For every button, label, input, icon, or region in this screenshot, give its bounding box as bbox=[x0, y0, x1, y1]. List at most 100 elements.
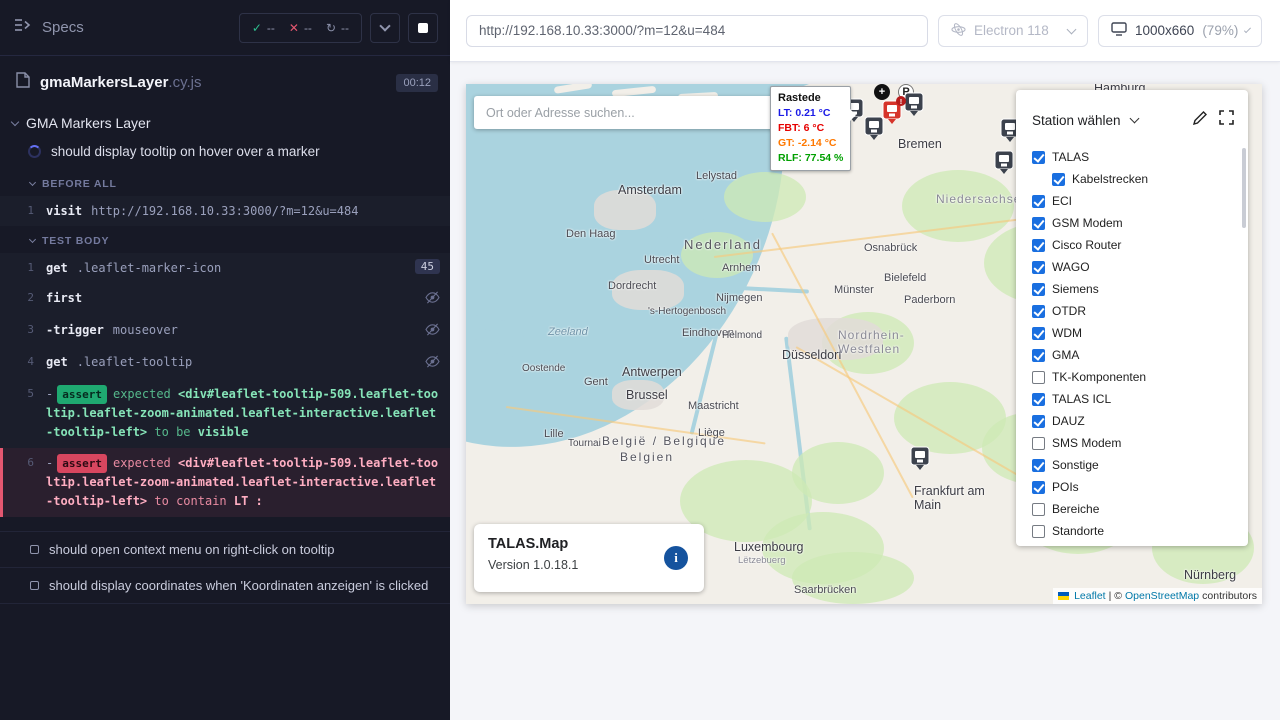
specs-menu-icon[interactable] bbox=[14, 18, 32, 37]
map-marker-alarm-rastede[interactable]: ! bbox=[882, 100, 902, 124]
leaflet-link[interactable]: Leaflet bbox=[1074, 588, 1106, 604]
map-label: Lille bbox=[544, 428, 564, 440]
layer-row[interactable]: WDM bbox=[1032, 322, 1248, 344]
layer-row[interactable]: TALAS ICL bbox=[1032, 388, 1248, 410]
checkbox[interactable] bbox=[1032, 481, 1045, 494]
x-icon: ✕ bbox=[289, 21, 299, 35]
command-row-visit[interactable]: 1 visithttp://192.168.10.33:3000/?m=12&u… bbox=[0, 196, 450, 226]
assert-row-fail[interactable]: 6 -assertexpected <div#leaflet-tooltip-5… bbox=[0, 448, 450, 517]
assert-row-pass[interactable]: 5 -assertexpected <div#leaflet-tooltip-5… bbox=[0, 379, 450, 448]
map-label: Frankfurt am Main bbox=[914, 484, 1006, 512]
checkbox[interactable] bbox=[1032, 503, 1045, 516]
panel-scrollbar[interactable] bbox=[1242, 148, 1246, 228]
spec-header[interactable]: gmaMarkersLayer .cy.js 00:12 bbox=[0, 56, 450, 103]
pending-test-row[interactable]: should display coordinates when 'Koordin… bbox=[0, 567, 450, 603]
stop-button[interactable] bbox=[408, 13, 438, 43]
tooltip-row-gt: GT: -2.14 °C bbox=[778, 136, 843, 151]
leaflet-map[interactable]: Hamburg Bremen Niedersachsen Amsterdam L… bbox=[466, 84, 1262, 604]
checkbox[interactable] bbox=[1032, 525, 1045, 538]
layer-row[interactable]: Bereiche bbox=[1032, 498, 1248, 520]
layer-row[interactable]: Standorte bbox=[1032, 520, 1248, 542]
layer-row[interactable]: TK-Komponenten bbox=[1032, 366, 1248, 388]
command-row-trigger[interactable]: 3 -triggermouseover bbox=[0, 315, 450, 347]
aut-container: Electron 118 1000x660 (79%) bbox=[450, 0, 1280, 720]
map-label: Oostende bbox=[522, 363, 565, 374]
checkbox[interactable] bbox=[1032, 349, 1045, 362]
search-input[interactable] bbox=[484, 105, 781, 121]
info-icon[interactable]: i bbox=[664, 546, 688, 570]
checkbox[interactable] bbox=[1032, 437, 1045, 450]
map-label: Amsterdam bbox=[618, 183, 682, 197]
edit-icon[interactable] bbox=[1193, 111, 1207, 130]
checkbox[interactable] bbox=[1032, 195, 1045, 208]
map-label: Dordrecht bbox=[608, 280, 656, 292]
map-search-box bbox=[474, 96, 791, 129]
layer-row[interactable]: TALAS bbox=[1032, 146, 1248, 168]
specs-title[interactable]: Specs bbox=[42, 19, 84, 36]
station-select[interactable]: Station wählen bbox=[1032, 113, 1121, 128]
viewport-select[interactable]: 1000x660 (79%) bbox=[1098, 15, 1262, 47]
layer-row[interactable]: POIs bbox=[1032, 476, 1248, 498]
chevron-down-icon bbox=[379, 20, 390, 31]
map-label: Antwerpen bbox=[622, 365, 682, 379]
layer-row[interactable]: GMA bbox=[1032, 344, 1248, 366]
tooltip-row-lt: LT: 0.21 °C bbox=[778, 106, 843, 121]
pending-test-row[interactable]: should open context menu on right-click … bbox=[0, 531, 450, 567]
collapse-button[interactable] bbox=[370, 13, 400, 43]
chevron-down-icon bbox=[1067, 24, 1077, 34]
layer-row[interactable]: OTDR bbox=[1032, 300, 1248, 322]
layer-row[interactable]: Kabelstrecken bbox=[1032, 168, 1248, 190]
osm-link[interactable]: OpenStreetMap bbox=[1125, 588, 1199, 604]
layer-row[interactable]: WAGO bbox=[1032, 256, 1248, 278]
command-row-first[interactable]: 2 first bbox=[0, 283, 450, 315]
checkbox[interactable] bbox=[1032, 261, 1045, 274]
checkbox[interactable] bbox=[1032, 327, 1045, 340]
checkbox[interactable] bbox=[1032, 151, 1045, 164]
browser-select[interactable]: Electron 118 bbox=[938, 15, 1088, 47]
section-before-all[interactable]: BEFORE ALL bbox=[0, 169, 450, 196]
checkbox[interactable] bbox=[1032, 217, 1045, 230]
layer-row[interactable]: Cisco Router bbox=[1032, 234, 1248, 256]
hidden-element-icon bbox=[425, 289, 440, 309]
fullscreen-icon[interactable] bbox=[1219, 110, 1234, 130]
map-label: Utrecht bbox=[644, 254, 679, 266]
map-label: Zeeland bbox=[548, 326, 588, 338]
map-marker[interactable] bbox=[910, 446, 930, 470]
cluster-expand-button[interactable]: + bbox=[874, 84, 890, 100]
map-label: Nederland bbox=[684, 237, 762, 252]
spinner-icon bbox=[28, 145, 41, 158]
section-test-body[interactable]: TEST BODY bbox=[0, 226, 450, 253]
layer-row[interactable]: SMS Modem bbox=[1032, 432, 1248, 454]
map-marker[interactable] bbox=[864, 116, 884, 140]
checkbox[interactable] bbox=[1052, 173, 1065, 186]
layer-row[interactable]: GSM Modem bbox=[1032, 212, 1248, 234]
checkbox[interactable] bbox=[1032, 305, 1045, 318]
checkbox[interactable] bbox=[1032, 283, 1045, 296]
layer-row[interactable]: Siemens bbox=[1032, 278, 1248, 300]
stat-failed: ✕-- bbox=[289, 21, 312, 35]
checkbox[interactable] bbox=[1032, 459, 1045, 472]
layer-row[interactable]: ECI bbox=[1032, 190, 1248, 212]
layer-row[interactable]: DAUZ bbox=[1032, 410, 1248, 432]
checkbox[interactable] bbox=[1032, 239, 1045, 252]
checkbox[interactable] bbox=[1032, 415, 1045, 428]
layer-row[interactable]: Sonstige bbox=[1032, 454, 1248, 476]
map-marker[interactable] bbox=[904, 92, 924, 116]
map-label: Belgien bbox=[620, 450, 674, 464]
checkbox[interactable] bbox=[1032, 393, 1045, 406]
url-input[interactable] bbox=[466, 15, 928, 47]
chevron-down-icon[interactable] bbox=[1129, 113, 1139, 123]
map-label: Osnabrück bbox=[864, 242, 917, 254]
map-attribution: Leaflet | © OpenStreetMap contributors bbox=[1053, 588, 1262, 604]
element-count-badge: 45 bbox=[415, 259, 440, 274]
file-icon bbox=[16, 72, 30, 93]
map-label: Nürnberg bbox=[1184, 568, 1236, 582]
running-test-row[interactable]: should display tooltip on hover over a m… bbox=[0, 137, 450, 169]
suite-row[interactable]: GMA Markers Layer bbox=[0, 103, 450, 137]
checkbox[interactable] bbox=[1032, 371, 1045, 384]
command-row-get-tooltip[interactable]: 4 get.leaflet-tooltip bbox=[0, 347, 450, 379]
map-marker[interactable] bbox=[994, 150, 1014, 174]
marker-tooltip: Rastede LT: 0.21 °C FBT: 6 °C GT: -2.14 … bbox=[770, 86, 851, 171]
command-row-get-marker[interactable]: 1 get.leaflet-marker-icon 45 bbox=[0, 253, 450, 283]
app-under-test: Hamburg Bremen Niedersachsen Amsterdam L… bbox=[466, 84, 1262, 604]
